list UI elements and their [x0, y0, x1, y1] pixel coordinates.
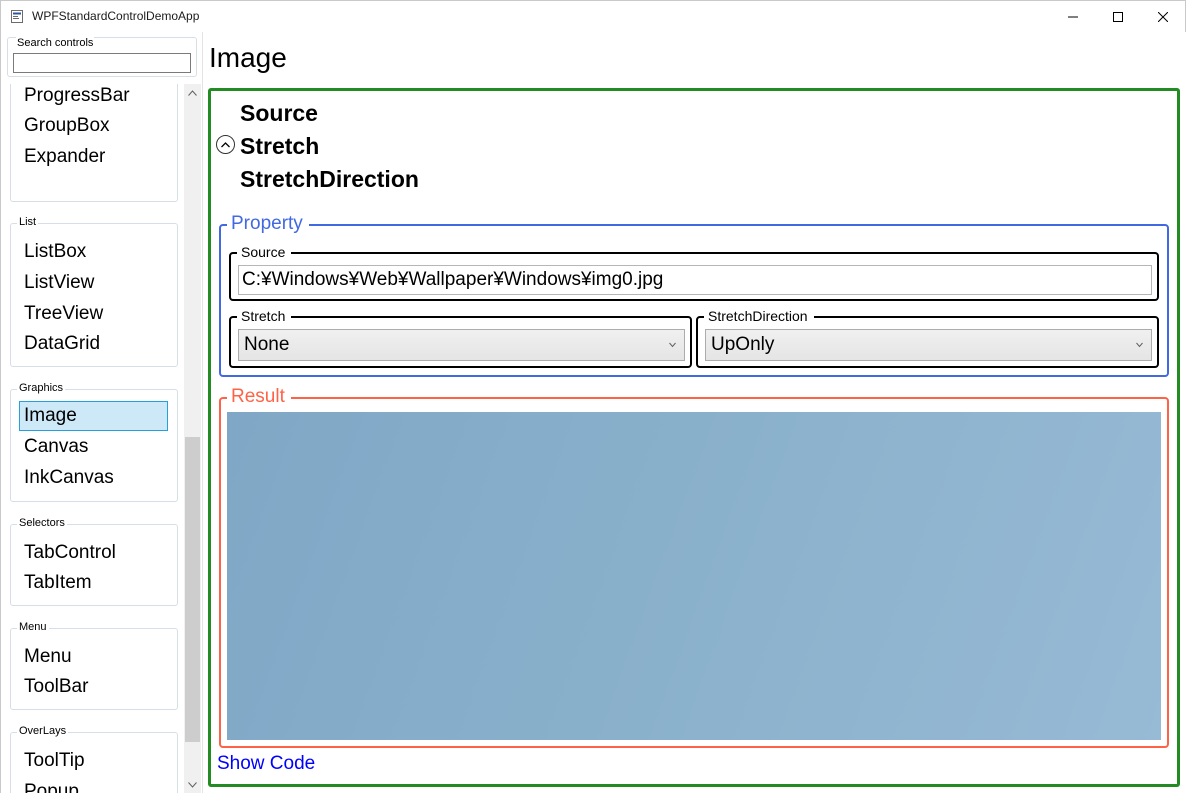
maximize-icon — [1113, 11, 1123, 22]
window-title: WPFStandardControlDemoApp — [32, 9, 200, 23]
stretch-selected-value: None — [244, 334, 290, 355]
sidebar-item-listbox[interactable]: ListBox — [19, 237, 168, 267]
nav-group-menu: Menu Menu ToolBar — [10, 621, 178, 710]
title-bar: WPFStandardControlDemoApp — [0, 0, 1186, 32]
sidebar-item-image[interactable]: Image — [19, 401, 168, 431]
source-groupbox: Source C:¥Windows¥Web¥Wallpaper¥Windows¥… — [229, 244, 1159, 301]
property-stretch-label: Stretch — [240, 133, 320, 159]
search-input[interactable] — [13, 53, 191, 73]
expander-toggle[interactable] — [216, 135, 235, 154]
minimize-icon — [1068, 16, 1078, 17]
result-image — [227, 412, 1161, 740]
sidebar-item-groupbox[interactable]: GroupBox — [19, 111, 168, 141]
property-stretchdirection-label: StretchDirection — [240, 166, 419, 192]
sidebar-scrollbar[interactable] — [184, 84, 201, 793]
source-textbox[interactable]: C:¥Windows¥Web¥Wallpaper¥Windows¥img0.jp… — [238, 265, 1152, 295]
property-groupbox-title: Property — [227, 213, 309, 235]
main-content: Image Source Stretch StretchDirection Pr… — [202, 32, 1186, 793]
sidebar-item-canvas[interactable]: Canvas — [19, 432, 168, 462]
search-group: Search controls — [7, 37, 197, 77]
nav-group-title: Graphics — [17, 382, 66, 394]
stretch-combobox[interactable]: None — [238, 329, 685, 361]
app-icon — [11, 10, 23, 23]
control-list: ProgressBar GroupBox Expander List ListB… — [1, 84, 184, 793]
close-icon — [1158, 11, 1168, 22]
result-groupbox-title: Result — [227, 386, 291, 408]
stretchdirection-groupbox: StretchDirection UpOnly — [696, 308, 1159, 368]
stretchdirection-selected-value: UpOnly — [711, 334, 775, 355]
sidebar-item-progressbar[interactable]: ProgressBar — [19, 84, 168, 111]
source-label: Source — [237, 244, 292, 260]
search-label: Search controls — [16, 37, 95, 49]
sidebar-item-menu[interactable]: Menu — [19, 642, 168, 672]
stretchdirection-label: StretchDirection — [704, 308, 814, 324]
sidebar: Search controls ProgressBar GroupBox Exp… — [0, 32, 202, 793]
sidebar-item-popup[interactable]: Popup — [19, 777, 168, 793]
sidebar-item-datagrid[interactable]: DataGrid — [19, 329, 168, 359]
nav-group-title: OverLays — [17, 725, 69, 737]
nav-group-title: List — [17, 216, 39, 228]
sidebar-item-tooltip[interactable]: ToolTip — [19, 746, 168, 776]
chevron-up-icon — [188, 89, 197, 96]
stretch-groupbox: Stretch None — [229, 308, 692, 368]
property-source-label: Source — [240, 100, 318, 126]
sidebar-item-expander[interactable]: Expander — [19, 142, 168, 172]
sidebar-item-tabitem[interactable]: TabItem — [19, 568, 168, 598]
stretch-label: Stretch — [237, 308, 292, 324]
chevron-down-icon — [188, 781, 197, 788]
nav-group-overlays: OverLays ToolTip Popup — [10, 725, 178, 793]
stretchdirection-combobox[interactable]: UpOnly — [705, 329, 1152, 361]
maximize-button[interactable] — [1095, 1, 1141, 32]
minimize-button[interactable] — [1050, 1, 1096, 32]
sidebar-item-treeview[interactable]: TreeView — [19, 299, 168, 329]
nav-group-title: Selectors — [17, 517, 67, 529]
nav-group-list: List ListBox ListView TreeView DataGrid — [10, 216, 178, 367]
chevron-down-icon — [1136, 342, 1143, 348]
sidebar-item-tabcontrol[interactable]: TabControl — [19, 538, 168, 568]
scroll-thumb[interactable] — [185, 437, 200, 742]
sidebar-item-toolbar[interactable]: ToolBar — [19, 672, 168, 702]
scroll-up-button[interactable] — [184, 84, 201, 101]
close-button[interactable] — [1140, 1, 1186, 32]
page-title: Image — [209, 42, 287, 73]
sidebar-item-listview[interactable]: ListView — [19, 268, 168, 298]
nav-group-selectors: Selectors TabControl TabItem — [10, 517, 178, 606]
chevron-up-circle-icon — [221, 141, 230, 147]
show-code-link[interactable]: Show Code — [217, 753, 315, 775]
scroll-down-button[interactable] — [184, 776, 201, 793]
sidebar-item-inkcanvas[interactable]: InkCanvas — [19, 463, 168, 493]
chevron-down-icon — [669, 342, 676, 348]
nav-group-title: Menu — [17, 621, 49, 633]
nav-group-graphics: Graphics Image Canvas InkCanvas — [10, 382, 178, 502]
nav-group-layout: ProgressBar GroupBox Expander — [10, 84, 178, 202]
